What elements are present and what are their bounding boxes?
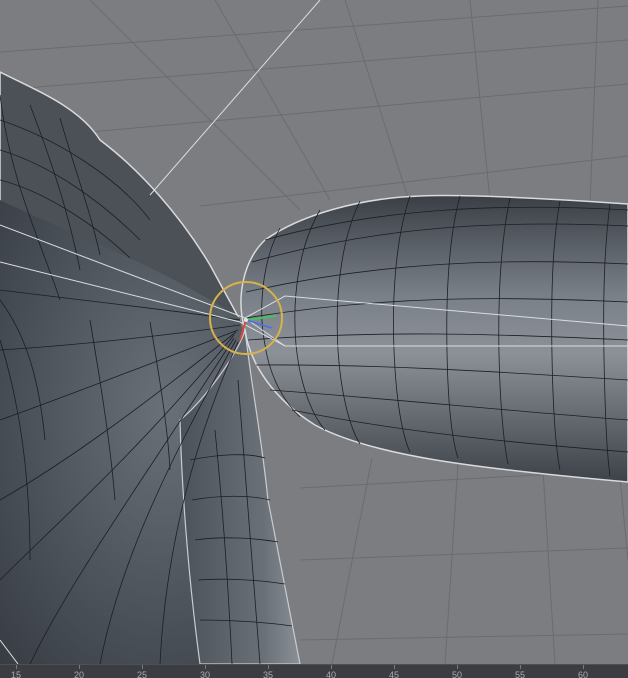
- timeline-tickmark: [16, 665, 17, 669]
- timeline-frame-label: 40: [325, 670, 337, 678]
- pivot-point[interactable]: [244, 318, 248, 322]
- timeline-frame-label: 35: [262, 670, 274, 678]
- timeline-tickmark: [142, 665, 143, 669]
- timeline-tickmark: [457, 665, 458, 669]
- timeline-frame-label: 25: [136, 670, 148, 678]
- timeline-frame-label: 60: [577, 670, 589, 678]
- app-window: 15 20 25 30 35 40 45 50 55 60: [0, 0, 628, 678]
- timeline-frame-label: 15: [10, 670, 22, 678]
- timeline-tickmark: [520, 665, 521, 669]
- timeline-tickmark: [268, 665, 269, 669]
- timeline-frame-label: 55: [514, 670, 526, 678]
- timeline-frame-label: 20: [73, 670, 85, 678]
- timeline-frame-label: 45: [388, 670, 400, 678]
- timeline-ruler[interactable]: 15 20 25 30 35 40 45 50 55 60: [0, 664, 628, 678]
- timeline-frame-label: 30: [199, 670, 211, 678]
- timeline-tickmark: [331, 665, 332, 669]
- mesh-arm[interactable]: [240, 194, 628, 483]
- timeline-frame-label: 50: [451, 670, 463, 678]
- 3d-viewport[interactable]: [0, 0, 628, 664]
- timeline-tickmark: [583, 665, 584, 669]
- timeline-tickmark: [394, 665, 395, 669]
- timeline-tickmark: [79, 665, 80, 669]
- timeline-tickmark: [205, 665, 206, 669]
